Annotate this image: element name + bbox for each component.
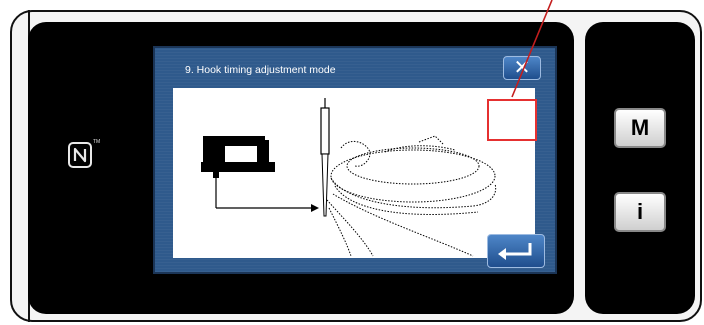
callout-pointer (511, 0, 553, 98)
